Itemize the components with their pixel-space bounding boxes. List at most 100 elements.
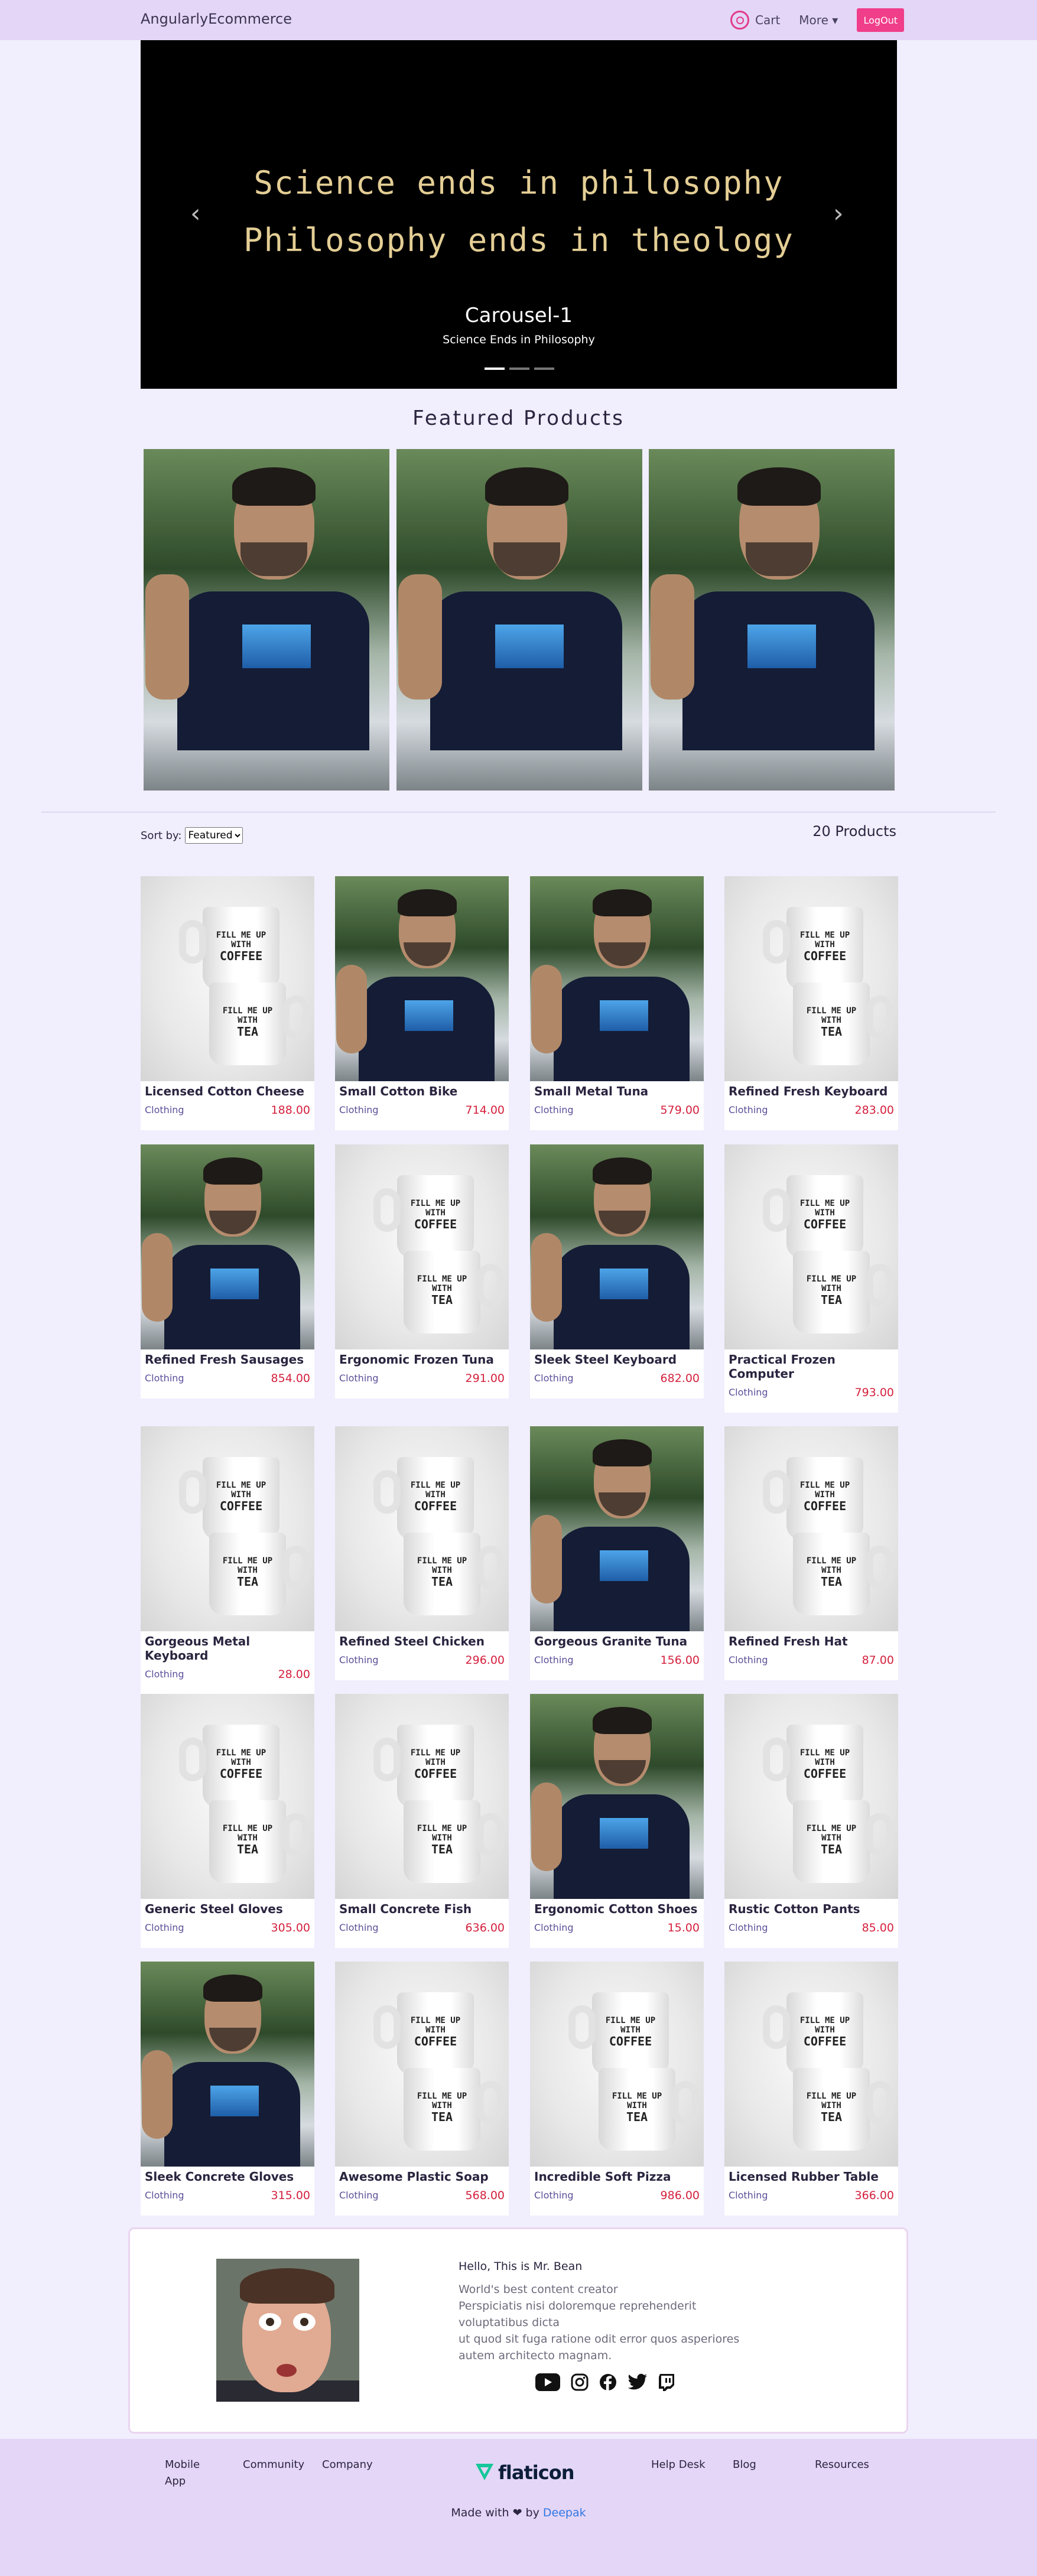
product-name[interactable]: Refined Fresh Hat [729, 1634, 895, 1648]
author-link[interactable]: Deepak [543, 2506, 586, 2519]
search-icon [730, 11, 749, 30]
product-image[interactable]: FILL ME UP WITH COFFEE FILL ME UP WITH TEA [724, 1426, 898, 1631]
featured-product-image[interactable] [396, 449, 642, 791]
product-name[interactable]: Practical Frozen Computer [729, 1352, 895, 1381]
footer-link-company[interactable]: Company [322, 2457, 373, 2473]
product-card[interactable]: FILL ME UP WITH COFFEE FILL ME UP WITH TEA Lic… [724, 1962, 898, 2216]
product-image[interactable]: FILL ME UP WITH COFFEE FILL ME UP WITH TEA [724, 1144, 898, 1349]
product-image[interactable] [141, 1962, 314, 2167]
product-price: 854.00 [271, 1372, 310, 1385]
product-card[interactable]: FILL ME UP WITH COFFEE FILL ME UP WITH TEA Inc… [530, 1962, 704, 2216]
product-name[interactable]: Awesome Plastic Soap [339, 2170, 505, 2184]
product-category: Clothing [534, 1922, 574, 1933]
more-dropdown[interactable]: More ▾ [799, 13, 838, 27]
twitch-icon[interactable] [658, 2373, 675, 2393]
carousel-indicator[interactable] [509, 367, 529, 370]
product-image[interactable]: FILL ME UP WITH COFFEE FILL ME UP WITH TEA [724, 1962, 898, 2167]
youtube-icon[interactable] [535, 2373, 560, 2393]
featured-product-image[interactable] [649, 449, 895, 791]
product-image[interactable] [141, 1144, 314, 1349]
product-price: 793.00 [854, 1386, 894, 1399]
product-card[interactable]: FILL ME UP WITH COFFEE FILL ME UP WITH TEA Gen… [141, 1694, 314, 1948]
product-card[interactable]: Small Cotton Bike Clothing 714.00 [335, 876, 509, 1130]
carousel-image-line-1: Science ends in philosophy [253, 164, 784, 201]
product-name[interactable]: Gorgeous Granite Tuna [534, 1634, 700, 1648]
logo-text: flaticon [498, 2461, 574, 2484]
product-name[interactable]: Refined Fresh Sausages [145, 1352, 311, 1367]
cart-link[interactable]: Cart [730, 11, 780, 30]
product-name[interactable]: Small Metal Tuna [534, 1084, 700, 1098]
product-image[interactable] [335, 876, 509, 1081]
product-image[interactable]: FILL ME UP WITH COFFEE FILL ME UP WITH TEA [335, 1426, 509, 1631]
product-name[interactable]: Refined Fresh Keyboard [729, 1084, 895, 1098]
logout-button[interactable]: LogOut [857, 8, 905, 32]
footer-link-mobile-app[interactable]: Mobile App [165, 2457, 200, 2490]
product-name[interactable]: Incredible Soft Pizza [534, 2170, 700, 2184]
product-name[interactable]: Sleek Concrete Gloves [145, 2170, 311, 2184]
product-card[interactable]: FILL ME UP WITH COFFEE FILL ME UP WITH TEA Rus… [724, 1694, 898, 1948]
product-card[interactable]: FILL ME UP WITH COFFEE FILL ME UP WITH TEA Ref… [335, 1426, 509, 1680]
product-card[interactable]: FILL ME UP WITH COFFEE FILL ME UP WITH TEA Gor… [141, 1426, 314, 1694]
made-with-label: Made with [451, 2506, 509, 2519]
product-name[interactable]: Gorgeous Metal Keyboard [145, 1634, 311, 1663]
product-image[interactable] [530, 1144, 704, 1349]
footer-logo[interactable]: flaticon [474, 2461, 574, 2484]
product-image[interactable] [530, 1694, 704, 1899]
product-card[interactable]: FILL ME UP WITH COFFEE FILL ME UP WITH TEA Ref… [724, 876, 898, 1130]
product-image[interactable]: FILL ME UP WITH COFFEE FILL ME UP WITH TEA [724, 876, 898, 1081]
product-image[interactable]: FILL ME UP WITH COFFEE FILL ME UP WITH TEA [335, 1144, 509, 1349]
footer-link-community[interactable]: Community [243, 2457, 304, 2473]
product-image[interactable] [530, 1426, 704, 1631]
carousel-indicator[interactable] [534, 367, 554, 370]
product-image[interactable] [530, 876, 704, 1081]
product-card[interactable]: Refined Fresh Sausages Clothing 854.00 [141, 1144, 314, 1398]
product-name[interactable]: Ergonomic Cotton Shoes [534, 1902, 700, 1916]
instagram-icon[interactable] [571, 2373, 589, 2393]
product-name[interactable]: Rustic Cotton Pants [729, 1902, 895, 1916]
footer-link-resources[interactable]: Resources [815, 2457, 869, 2473]
featured-product-image[interactable] [144, 449, 389, 791]
product-price: 291.00 [465, 1372, 505, 1385]
product-card[interactable]: Small Metal Tuna Clothing 579.00 [530, 876, 704, 1130]
product-category: Clothing [145, 1372, 184, 1384]
product-image[interactable]: FILL ME UP WITH COFFEE FILL ME UP WITH TEA [724, 1694, 898, 1899]
product-name[interactable]: Licensed Rubber Table [729, 2170, 895, 2184]
product-name[interactable]: Licensed Cotton Cheese [145, 1084, 311, 1098]
product-name[interactable]: Generic Steel Gloves [145, 1902, 311, 1916]
carousel-next-button[interactable]: › [833, 199, 844, 229]
carousel-indicator[interactable] [485, 367, 505, 370]
twitter-icon[interactable] [628, 2373, 648, 2393]
carousel-prev-button[interactable]: ‹ [190, 199, 201, 229]
facebook-icon[interactable] [599, 2373, 617, 2393]
product-image[interactable]: FILL ME UP WITH COFFEE FILL ME UP WITH TEA [141, 876, 314, 1081]
product-image[interactable]: FILL ME UP WITH COFFEE FILL ME UP WITH TEA [530, 1962, 704, 2167]
product-card[interactable]: FILL ME UP WITH COFFEE FILL ME UP WITH TEA Awe… [335, 1962, 509, 2216]
product-name[interactable]: Sleek Steel Keyboard [534, 1352, 700, 1367]
product-card[interactable]: Gorgeous Granite Tuna Clothing 156.00 [530, 1426, 704, 1680]
product-card[interactable]: FILL ME UP WITH COFFEE FILL ME UP WITH TEA Lic… [141, 876, 314, 1130]
product-image[interactable]: FILL ME UP WITH COFFEE FILL ME UP WITH TEA [335, 1694, 509, 1899]
about-line: World's best content creator [459, 2283, 618, 2296]
footer-link-help-desk[interactable]: Help Desk [651, 2457, 706, 2473]
product-price: 85.00 [862, 1921, 894, 1934]
product-card[interactable]: Ergonomic Cotton Shoes Clothing 15.00 [530, 1694, 704, 1948]
product-name[interactable]: Small Cotton Bike [339, 1084, 505, 1098]
product-name[interactable]: Small Concrete Fish [339, 1902, 505, 1916]
product-name[interactable]: Refined Steel Chicken [339, 1634, 505, 1648]
footer-link-blog[interactable]: Blog [733, 2457, 756, 2473]
product-price: 305.00 [271, 1921, 310, 1934]
product-name[interactable]: Ergonomic Frozen Tuna [339, 1352, 505, 1367]
sort-select[interactable]: Featured [185, 827, 243, 844]
product-category: Clothing [729, 2190, 768, 2201]
brand-link[interactable]: AngularlyEcommerce [141, 11, 292, 27]
product-image[interactable]: FILL ME UP WITH COFFEE FILL ME UP WITH TEA [141, 1426, 314, 1631]
product-card[interactable]: FILL ME UP WITH COFFEE FILL ME UP WITH TEA Erg… [335, 1144, 509, 1398]
product-image[interactable]: FILL ME UP WITH COFFEE FILL ME UP WITH TEA [141, 1694, 314, 1899]
product-card[interactable]: FILL ME UP WITH COFFEE FILL ME UP WITH TEA Ref… [724, 1426, 898, 1680]
product-card[interactable]: Sleek Concrete Gloves Clothing 315.00 [141, 1962, 314, 2216]
product-card[interactable]: FILL ME UP WITH COFFEE FILL ME UP WITH TEA Pra… [724, 1144, 898, 1413]
product-price: 636.00 [465, 1921, 505, 1934]
product-card[interactable]: Sleek Steel Keyboard Clothing 682.00 [530, 1144, 704, 1398]
product-image[interactable]: FILL ME UP WITH COFFEE FILL ME UP WITH TEA [335, 1962, 509, 2167]
product-card[interactable]: FILL ME UP WITH COFFEE FILL ME UP WITH TEA Sma… [335, 1694, 509, 1948]
